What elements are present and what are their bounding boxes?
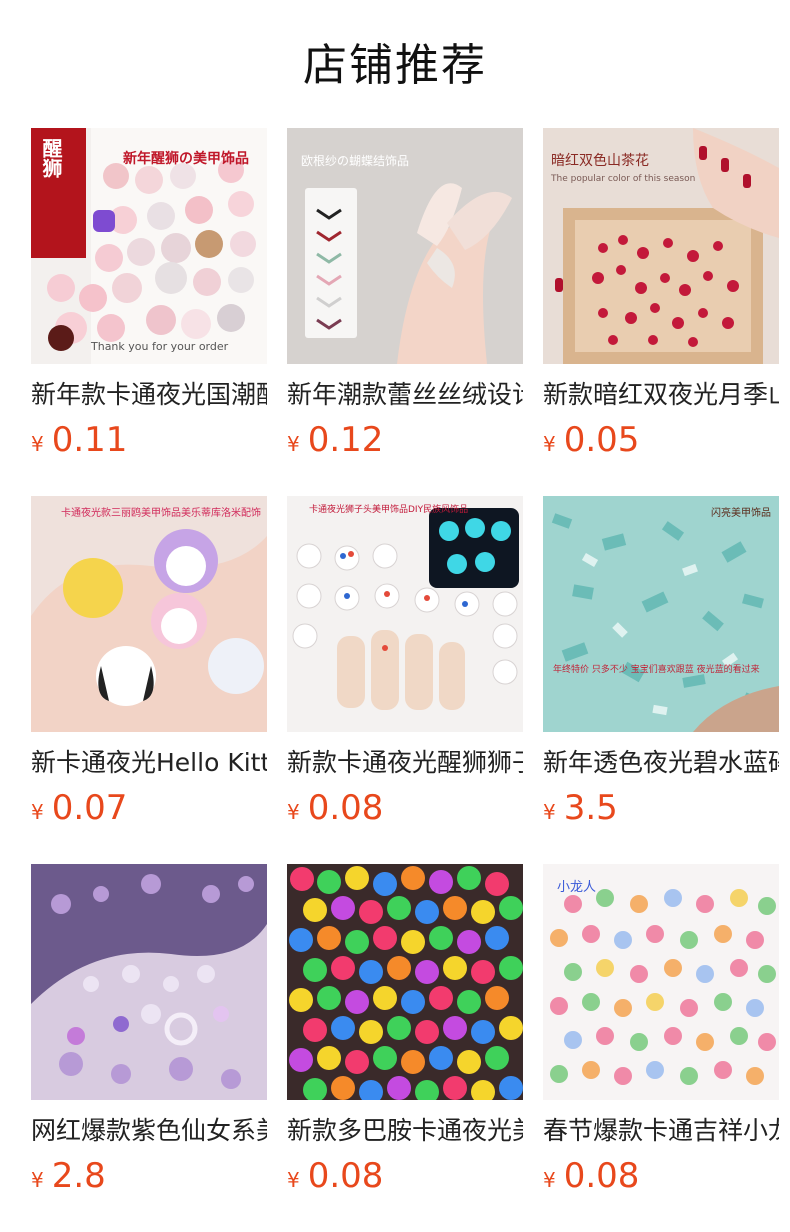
product-price: ¥2.8 [31, 1156, 267, 1202]
price-value: 0.12 [307, 420, 384, 460]
product-image[interactable]: 闪亮美甲饰品 年终特价 只多不少 宝宝们喜欢跟蓝 夜光蓝的看过来 [543, 496, 779, 732]
product-name[interactable]: 新年潮款蕾丝丝绒设计蝴蝶结饰品 [287, 378, 523, 412]
product-image[interactable]: 新年醒狮の美甲饰品 醒狮 Thank you for your order [31, 128, 267, 364]
product-image-art [287, 496, 523, 732]
product-name[interactable]: 网红爆款紫色仙女系美甲饰品 [31, 1114, 267, 1148]
price-value: 0.08 [563, 1156, 640, 1196]
product-name[interactable]: 新年款卡通夜光国潮醒狮美甲饰品 [31, 378, 267, 412]
price-value: 0.11 [51, 420, 128, 460]
product-image-art [31, 864, 267, 1100]
product-image-art [543, 496, 779, 732]
price-value: 0.07 [51, 788, 128, 828]
product-price: ¥0.05 [543, 420, 779, 466]
price-value: 3.5 [563, 788, 618, 828]
product-price: ¥0.08 [287, 1156, 523, 1202]
product-card[interactable]: 新年醒狮の美甲饰品 醒狮 Thank you for your order 新年… [31, 128, 267, 496]
product-price: ¥0.08 [287, 788, 523, 834]
currency-symbol: ¥ [287, 800, 300, 824]
currency-symbol: ¥ [543, 432, 556, 456]
product-image[interactable]: 欧根纱の蝴蝶结饰品 [287, 128, 523, 364]
image-banner-text: 小龙人 [557, 880, 597, 895]
product-image-art [31, 496, 267, 732]
product-price: ¥0.08 [543, 1156, 779, 1202]
product-card[interactable]: 小龙人 春节爆款卡通吉祥小龙美甲饰品 ¥0.08 [543, 864, 779, 1232]
image-banner-text: 欧根纱の蝴蝶结饰品 [301, 154, 410, 168]
product-name[interactable]: 新年透色夜光碧水蓝碎钻饰品 [543, 746, 779, 780]
currency-symbol: ¥ [543, 800, 556, 824]
product-price: ¥0.11 [31, 420, 267, 466]
product-image[interactable] [287, 864, 523, 1100]
image-banner-text: 闪亮美甲饰品 [711, 508, 771, 519]
currency-symbol: ¥ [31, 800, 44, 824]
image-banner-text: 卡通夜光狮子头美甲饰品DIY民族风饰品 [309, 505, 469, 515]
currency-symbol: ¥ [287, 1168, 300, 1192]
currency-symbol: ¥ [287, 432, 300, 456]
product-image-art [543, 864, 779, 1100]
image-banner-text: 卡通夜光款三丽鸥美甲饰品美乐蒂库洛米配饰 [61, 508, 261, 519]
product-image[interactable]: 卡通夜光狮子头美甲饰品DIY民族风饰品 [287, 496, 523, 732]
product-image[interactable] [31, 864, 267, 1100]
image-caption-text: Thank you for your order [91, 340, 229, 353]
product-card[interactable]: 暗红双色山茶花 The popular color of this season… [543, 128, 779, 496]
product-price: ¥0.12 [287, 420, 523, 466]
product-name[interactable]: 新卡通夜光Hello Kitty美甲饰品 [31, 746, 267, 780]
price-value: 0.08 [307, 788, 384, 828]
price-value: 0.08 [307, 1156, 384, 1196]
product-name[interactable]: 春节爆款卡通吉祥小龙美甲饰品 [543, 1114, 779, 1148]
product-image[interactable]: 小龙人 [543, 864, 779, 1100]
product-image[interactable]: 暗红双色山茶花 The popular color of this season [543, 128, 779, 364]
product-name[interactable]: 新款暗红双夜光月季山茶花饰品 [543, 378, 779, 412]
product-image-art [287, 864, 523, 1100]
currency-symbol: ¥ [31, 432, 44, 456]
product-card[interactable]: 卡通夜光狮子头美甲饰品DIY民族风饰品 新款卡通夜光醒狮狮子头美甲饰品 ¥0.0… [287, 496, 523, 864]
product-card[interactable]: 欧根纱の蝴蝶结饰品 新年潮款蕾丝丝绒设计蝴蝶结饰品 ¥0.12 [287, 128, 523, 496]
product-price: ¥0.07 [31, 788, 267, 834]
product-card[interactable]: 网红爆款紫色仙女系美甲饰品 ¥2.8 [31, 864, 267, 1232]
image-caption-text: The popular color of this season [551, 174, 696, 184]
page-title: 店铺推荐 [303, 40, 487, 91]
image-caption-text: 年终特价 只多不少 宝宝们喜欢跟蓝 夜光蓝的看过来 [553, 665, 760, 675]
image-badge-text: 醒狮 [39, 138, 63, 178]
product-name[interactable]: 新款卡通夜光醒狮狮子头美甲饰品 [287, 746, 523, 780]
product-grid: 新年醒狮の美甲饰品 醒狮 Thank you for your order 新年… [31, 128, 779, 1232]
product-price: ¥3.5 [543, 788, 779, 834]
price-value: 0.05 [563, 420, 640, 460]
product-card[interactable]: 闪亮美甲饰品 年终特价 只多不少 宝宝们喜欢跟蓝 夜光蓝的看过来 新年透色夜光碧… [543, 496, 779, 864]
currency-symbol: ¥ [543, 1168, 556, 1192]
product-card[interactable]: 新款多巴胺卡通夜光美甲饰品 ¥0.08 [287, 864, 523, 1232]
price-value: 2.8 [51, 1156, 106, 1196]
image-banner-text: 新年醒狮の美甲饰品 [123, 151, 249, 167]
image-banner-text: 暗红双色山茶花 [551, 153, 649, 169]
product-card[interactable]: 卡通夜光款三丽鸥美甲饰品美乐蒂库洛米配饰 新卡通夜光Hello Kitty美甲饰… [31, 496, 267, 864]
product-name[interactable]: 新款多巴胺卡通夜光美甲饰品 [287, 1114, 523, 1148]
product-image[interactable]: 卡通夜光款三丽鸥美甲饰品美乐蒂库洛米配饰 [31, 496, 267, 732]
currency-symbol: ¥ [31, 1168, 44, 1192]
